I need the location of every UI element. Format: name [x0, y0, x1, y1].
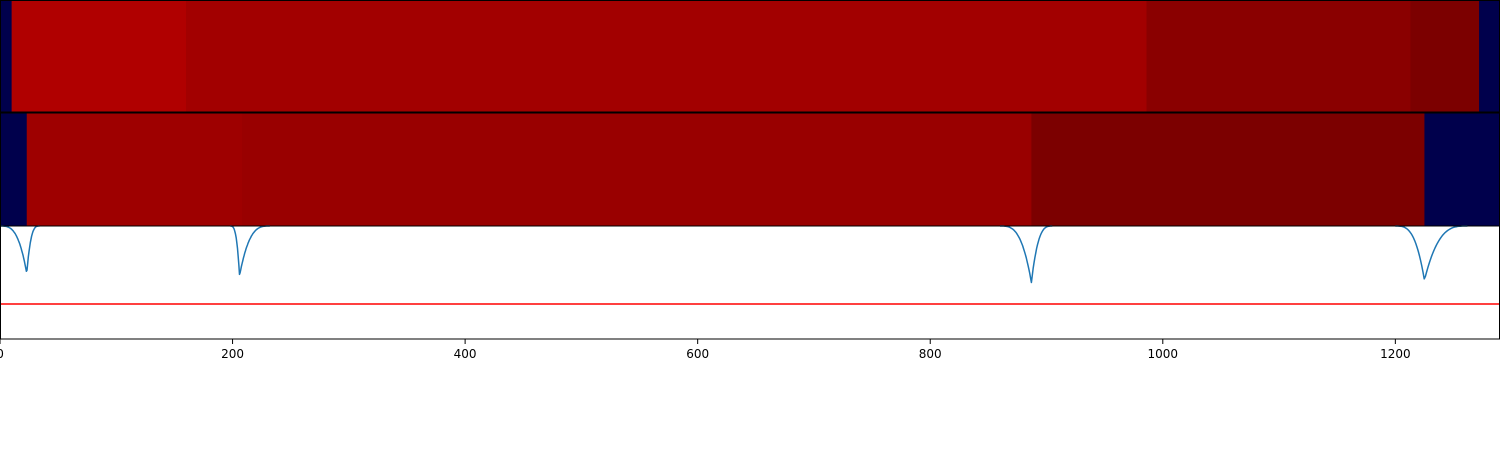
x-tick-label-5: 1000 — [1148, 347, 1179, 361]
bottom-strip-cell-2 — [241, 113, 1032, 226]
top-strip-cell-2 — [186, 0, 1148, 112]
x-tick-label-0: 0 — [0, 347, 4, 361]
top-heatmap-strip — [0, 0, 1500, 112]
top-strip-cell-5 — [1479, 0, 1500, 112]
bottom-strip-cell-1 — [26, 113, 243, 226]
top-strip-cell-0 — [0, 0, 13, 112]
x-tick-label-6: 1200 — [1380, 347, 1411, 361]
bottom-strip-cell-4 — [1424, 113, 1500, 226]
top-strip-cell-4 — [1410, 0, 1480, 112]
bottom-heatmap-strip — [0, 113, 1500, 226]
signal-line-panel — [0, 225, 1500, 339]
x-tick-label-4: 800 — [919, 347, 942, 361]
heatmap-figure: 0 200 400 600 800 1000 1200 — [0, 0, 1500, 361]
x-tick-label-3: 600 — [686, 347, 709, 361]
top-strip-cell-1 — [11, 0, 187, 112]
line-panel-background — [0, 226, 1500, 339]
top-strip-cell-3 — [1146, 0, 1411, 112]
x-tick-label-1: 200 — [221, 347, 244, 361]
x-tick-label-2: 400 — [454, 347, 477, 361]
bottom-strip-cell-3 — [1031, 113, 1425, 226]
bottom-strip-cell-0 — [0, 113, 28, 226]
x-axis: 0 200 400 600 800 1000 1200 — [0, 339, 1411, 361]
